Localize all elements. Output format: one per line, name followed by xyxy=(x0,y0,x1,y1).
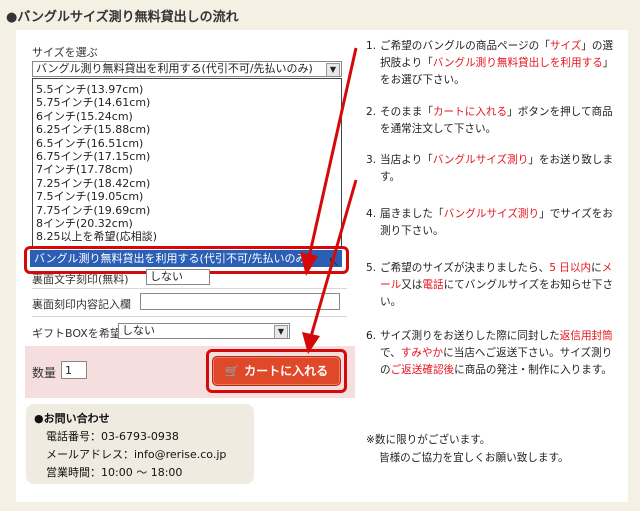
step-text: 当店より「バングルサイズ測り」をお送り致します。 xyxy=(380,154,614,183)
engrave-label: 裏面文字刻印(無料) xyxy=(32,273,129,286)
arrows xyxy=(300,47,358,354)
cart-icon: 🛒 xyxy=(224,364,240,378)
step-item: 5. ご希望のサイズが決まりましたら、5 日以内にメール又は電話にてバングルサイズ… xyxy=(366,260,622,311)
gift-select[interactable]: しない ▼ xyxy=(118,323,290,339)
engrave-select[interactable]: しない xyxy=(146,269,210,285)
step-number: 6. xyxy=(366,330,377,342)
step-text: 届きました「バングルサイズ測り」でサイズをお測り下さい。 xyxy=(380,208,613,237)
engrave-select-value: しない xyxy=(150,270,183,283)
engrave-text-label: 裏面刻印内容記入欄 xyxy=(32,298,131,311)
step-item: 6. サイズ測りをお送りした際に同封した返信用封筒で、すみやかに当店へご返送下さい… xyxy=(366,328,622,379)
step-item: 1. ご希望のバングルの商品ページの「サイズ」の選択肢より「バングル測り無料貸出し… xyxy=(366,38,622,89)
step-text: ご希望のサイズが決まりましたら、5 日以内にメール又は電話にてバングルサイズをお… xyxy=(380,262,614,308)
step-number: 5. xyxy=(366,262,377,274)
qty-input[interactable]: 1 xyxy=(61,361,87,379)
note-request: 皆様のご協力を宜しくお願い致します。 xyxy=(379,452,569,464)
arrow-line xyxy=(306,47,358,263)
step-item: 4. 届きました「バングルサイズ測り」でサイズをお測り下さい。 xyxy=(366,206,622,240)
chevron-down-icon[interactable]: ▼ xyxy=(274,325,288,338)
gift-select-value: しない xyxy=(122,324,155,337)
arrow-line xyxy=(308,179,358,341)
step-number: 3. xyxy=(366,154,377,166)
step-number: 4. xyxy=(366,208,377,220)
step-text: ご希望のバングルの商品ページの「サイズ」の選択肢より「バングル測り無料貸出しを利… xyxy=(380,40,614,86)
step-number: 2. xyxy=(366,106,377,118)
step-item: 2. そのまま「カートに入れる」ボタンを押して商品を通常注文して下さい。 xyxy=(366,104,622,138)
dropdown-option[interactable]: 8.25以上を希望(応相談) xyxy=(36,229,157,244)
gift-label: ギフトBOXを希望 xyxy=(32,327,121,340)
step-item: 3. 当店より「バングルサイズ測り」をお送り致します。 xyxy=(366,152,622,186)
note-limited: ※数に限りがございます。 xyxy=(366,434,491,446)
size-label: サイズを選ぶ xyxy=(32,46,98,59)
qty-label: 数量 xyxy=(32,366,57,380)
contact-heading: ●お問い合わせ xyxy=(34,412,110,425)
arrow-head-icon xyxy=(302,332,320,354)
page-title: ●バングルサイズ測り無料貸出しの流れ xyxy=(6,10,239,25)
contact-hours: 営業時間：10:00 ～ 18:00 xyxy=(46,466,183,479)
arrow-head-icon xyxy=(300,252,318,276)
step-number: 1. xyxy=(366,40,377,52)
step-text: そのまま「カートに入れる」ボタンを押して商品を通常注文して下さい。 xyxy=(380,106,613,135)
size-select-value: バングル測り無料貸出を利用する(代引不可/先払いのみ) xyxy=(36,62,313,75)
step-text: サイズ測りをお送りした際に同封した返信用封筒で、すみやかに当店へご返送下さい。サ… xyxy=(380,330,613,376)
contact-email[interactable]: メールアドレス：info@rerise.co.jp xyxy=(46,446,226,462)
contact-phone: 電話番号：03-6793-0938 xyxy=(46,430,179,443)
